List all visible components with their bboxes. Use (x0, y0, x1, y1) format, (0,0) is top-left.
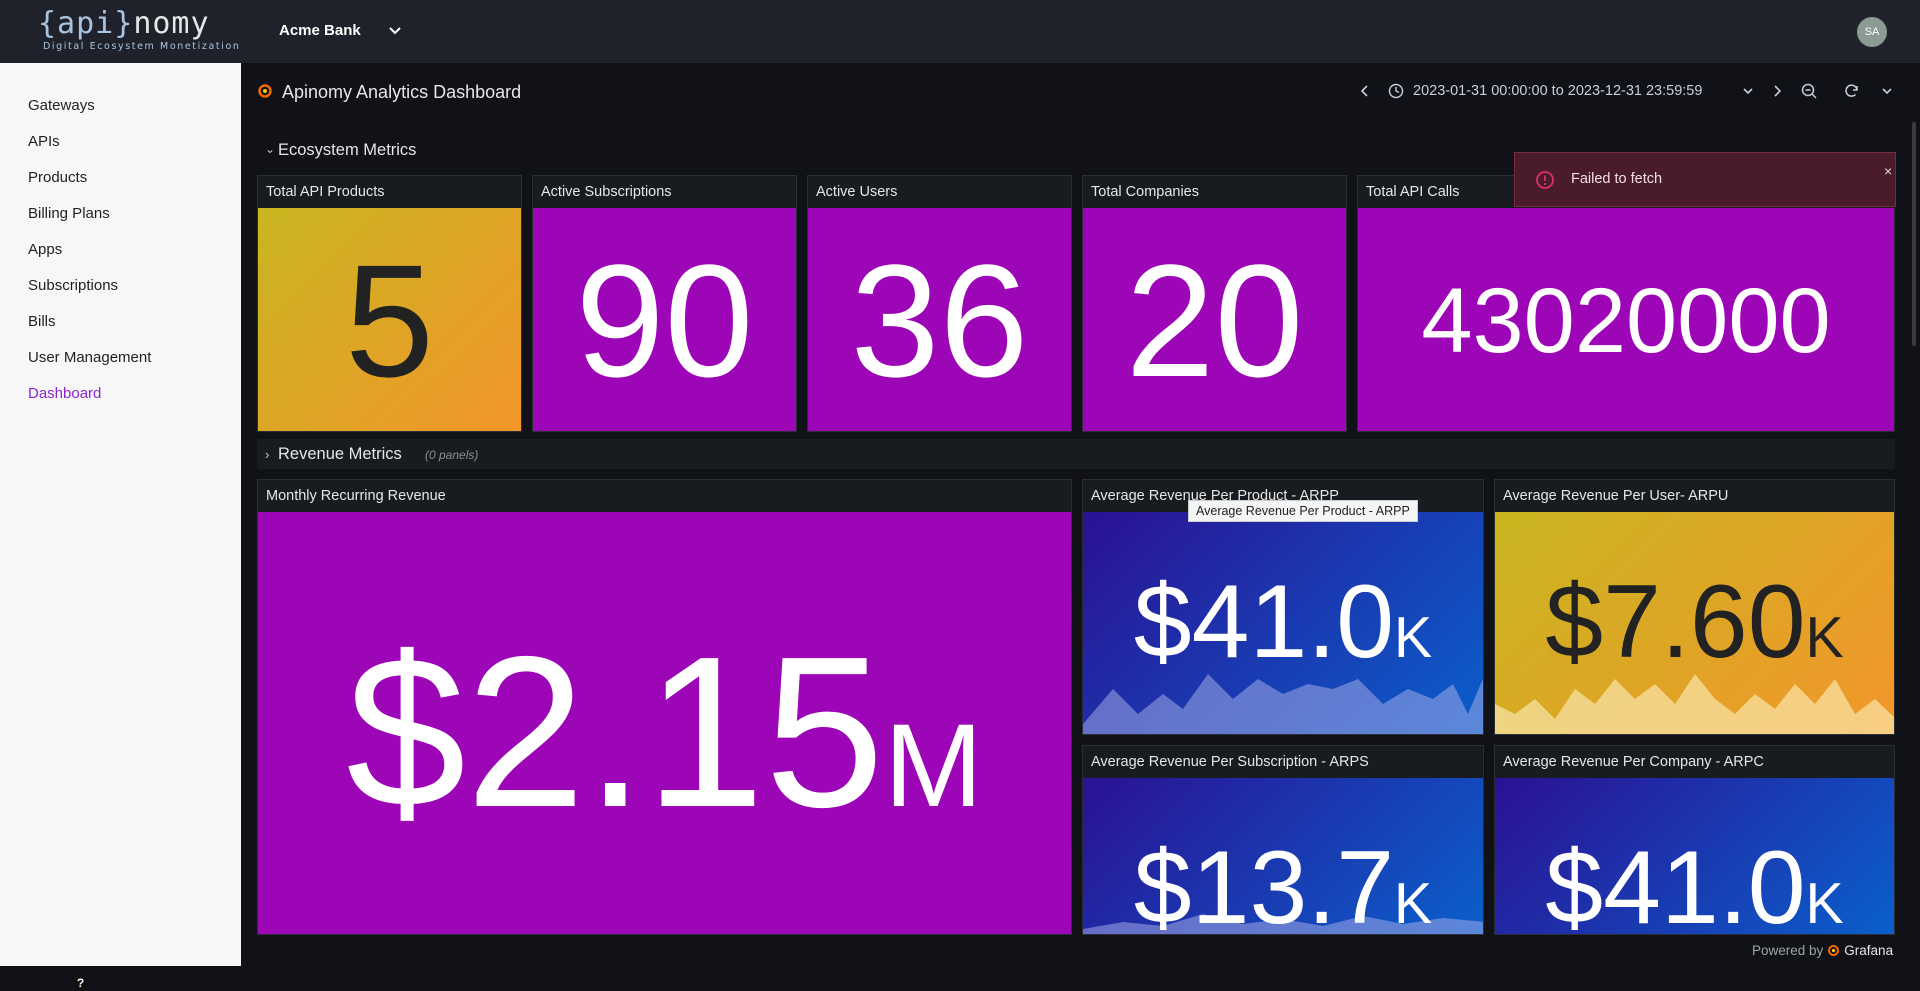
stat-unit: K (1805, 606, 1844, 670)
panel-title: Total Companies (1091, 184, 1199, 200)
stat-unit: K (1394, 872, 1433, 934)
row-collapse-chevron-icon[interactable]: ⌄ (265, 142, 275, 156)
help-icon: ? (72, 974, 89, 991)
row-title-revenue[interactable]: Revenue Metrics (278, 445, 402, 464)
close-icon[interactable]: × (1884, 163, 1892, 179)
sidebar-item-bills[interactable]: Bills (28, 313, 56, 330)
panel-total-api-calls[interactable]: Total API Calls 43020000 (1357, 175, 1895, 432)
stat-number: $2.15 (346, 611, 885, 852)
zoom-out-icon[interactable] (1800, 82, 1818, 100)
sidebar-item-apis[interactable]: APIs (28, 133, 60, 150)
user-avatar[interactable]: SA (1857, 17, 1887, 47)
stat-value: $2.15M (258, 617, 1071, 881)
stat-value: $41.0K (1083, 562, 1483, 698)
stat-number: $13.7 (1133, 830, 1395, 934)
time-range-picker[interactable]: 2023-01-31 00:00:00 to 2023-12-31 23:59:… (1413, 83, 1702, 99)
refresh-icon[interactable] (1843, 82, 1861, 100)
apinomy-logo[interactable]: {api}nomy Digital Ecosystem Monetization (38, 8, 248, 56)
logo-wordmark-api: {api} (38, 6, 134, 41)
chevron-right-icon[interactable] (1768, 82, 1786, 100)
chevron-down-icon[interactable] (386, 22, 404, 40)
panel-title: Average Revenue Per User- ARPU (1503, 488, 1729, 504)
panel-total-companies[interactable]: Total Companies 20 (1082, 175, 1347, 432)
row-title-ecosystem[interactable]: Ecosystem Metrics (278, 141, 416, 160)
stat-value: 90 (575, 231, 754, 410)
stat-number: $41.0 (1133, 564, 1395, 680)
row-panel-count: (0 panels) (425, 448, 479, 462)
get-support-link[interactable]: ? Get support (72, 974, 171, 991)
panel-body: $41.0K (1083, 512, 1483, 734)
scrollbar[interactable] (1912, 122, 1916, 346)
sidebar-item-user-management[interactable]: User Management (28, 349, 151, 366)
powered-by-label: Powered by (1752, 943, 1824, 958)
row-bar-revenue[interactable] (257, 439, 1895, 469)
panel-body: 20 (1083, 208, 1346, 431)
panel-total-api-products[interactable]: Total API Products 5 (257, 175, 522, 432)
panel-active-users[interactable]: Active Users 36 (807, 175, 1072, 432)
sidebar-item-gateways[interactable]: Gateways (28, 97, 95, 114)
stat-unit: K (1805, 872, 1844, 934)
panel-title: Average Revenue Per Subscription - ARPS (1091, 754, 1369, 770)
stat-value: 5 (345, 231, 434, 410)
alert-circle-icon (1536, 171, 1554, 189)
error-toast: Failed to fetch × (1514, 152, 1896, 207)
chevron-left-icon[interactable] (1356, 82, 1374, 100)
panel-body: 36 (808, 208, 1071, 431)
clock-icon (1388, 83, 1404, 99)
top-bar: {api}nomy Digital Ecosystem Monetization… (0, 0, 1920, 63)
row-expand-chevron-icon[interactable]: › (265, 447, 269, 462)
panel-arps[interactable]: Average Revenue Per Subscription - ARPS … (1082, 745, 1484, 935)
stat-value: 36 (850, 231, 1029, 410)
panel-title: Active Subscriptions (541, 184, 672, 200)
panel-body: $2.15M (258, 512, 1071, 934)
sidebar-item-billing-plans[interactable]: Billing Plans (28, 205, 110, 222)
panel-body: $7.60K (1495, 512, 1894, 734)
stat-unit: K (1394, 606, 1433, 670)
grafana-icon (258, 84, 272, 98)
stat-number: $41.0 (1545, 830, 1806, 934)
grafana-brand[interactable]: Grafana (1844, 943, 1893, 958)
sidebar-item-dashboard[interactable]: Dashboard (28, 385, 101, 402)
panel-title-tooltip: Average Revenue Per Product - ARPP (1188, 500, 1418, 522)
stat-number: $7.60 (1545, 564, 1806, 680)
toast-message: Failed to fetch (1571, 171, 1663, 187)
panel-arpu[interactable]: Average Revenue Per User- ARPU $7.60K (1494, 479, 1895, 735)
panel-title: Total API Products (266, 184, 385, 200)
get-support-label: Get support (93, 974, 172, 991)
sidebar-item-subscriptions[interactable]: Subscriptions (28, 277, 118, 294)
grafana-icon (1828, 945, 1840, 956)
logo-wordmark: {api}nomy (38, 8, 248, 40)
panel-body: 43020000 (1358, 208, 1894, 431)
panel-active-subscriptions[interactable]: Active Subscriptions 90 (532, 175, 797, 432)
panel-body: 5 (258, 208, 521, 431)
logo-tagline: Digital Ecosystem Monetization (43, 41, 241, 52)
sidebar-item-products[interactable]: Products (28, 169, 87, 186)
panel-monthly-recurring-revenue[interactable]: Monthly Recurring Revenue $2.15M (257, 479, 1072, 935)
panel-arpc[interactable]: Average Revenue Per Company - ARPC $41.0… (1494, 745, 1895, 935)
sidebar-item-apps[interactable]: Apps (28, 241, 62, 258)
panel-title: Average Revenue Per Company - ARPC (1503, 754, 1764, 770)
logo-wordmark-nomy: nomy (133, 6, 210, 41)
org-selector-label[interactable]: Acme Bank (279, 22, 361, 39)
panel-body: $41.0K (1495, 778, 1894, 934)
panel-title: Total API Calls (1366, 184, 1460, 200)
panel-body: 90 (533, 208, 796, 431)
powered-by-footer: Powered by Grafana (1752, 943, 1893, 958)
stat-value: 20 (1125, 231, 1304, 410)
stat-unit: M (884, 700, 983, 832)
panel-title: Monthly Recurring Revenue (266, 488, 446, 504)
chevron-down-icon[interactable] (1878, 82, 1896, 100)
panel-body: $13.7K (1083, 778, 1483, 934)
stat-value: $7.60K (1495, 562, 1894, 698)
chevron-down-icon[interactable] (1739, 82, 1757, 100)
stat-value: $41.0K (1495, 828, 1894, 934)
stat-value: 43020000 (1421, 270, 1831, 372)
panel-title: Active Users (816, 184, 898, 200)
dashboard-title[interactable]: Apinomy Analytics Dashboard (282, 82, 521, 103)
stat-value: $13.7K (1083, 828, 1483, 934)
sidebar: Gateways APIs Products Billing Plans App… (0, 63, 241, 991)
